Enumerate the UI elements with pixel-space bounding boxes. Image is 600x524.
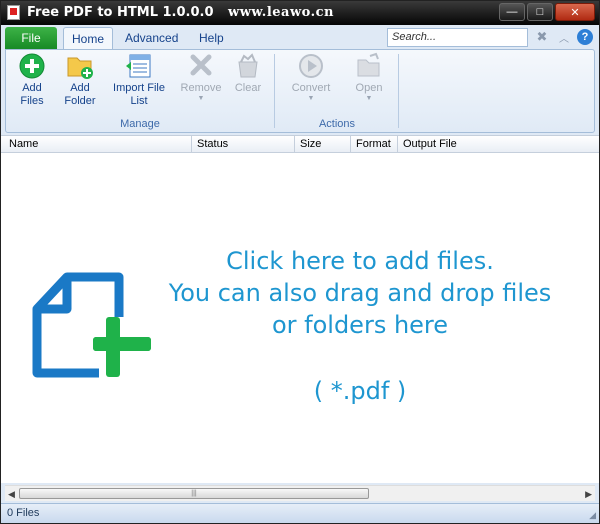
- clear-button[interactable]: Clear: [228, 52, 268, 95]
- file-extension-hint: ( *.pdf ): [313, 377, 407, 405]
- search-input[interactable]: Search...: [387, 28, 528, 47]
- remove-icon: [186, 52, 216, 80]
- scroll-left-arrow-icon[interactable]: ◀: [8, 489, 15, 500]
- group-divider: [398, 54, 399, 128]
- app-title: Free PDF to HTML 1.0.0.0: [27, 5, 214, 20]
- clear-icon: [233, 52, 263, 80]
- manage-group-label: Manage: [120, 118, 160, 130]
- column-output-file[interactable]: Output File: [403, 138, 457, 150]
- drop-instructions: Click here to add files. You can also dr…: [151, 245, 569, 341]
- manage-group: Add Files Add Folder Import File List Re…: [6, 50, 274, 132]
- convert-button[interactable]: Convert ▼: [286, 52, 336, 103]
- open-button[interactable]: Open ▼: [346, 52, 392, 103]
- pdf-app-icon: [7, 5, 20, 20]
- collapse-ribbon-icon[interactable]: ︿: [556, 29, 572, 45]
- file-drop-area[interactable]: Click here to add files. You can also dr…: [1, 153, 599, 483]
- file-list-header: Name Status Size Format Output File: [1, 135, 599, 153]
- tab-advanced[interactable]: Advanced: [117, 27, 186, 49]
- import-list-icon: [124, 52, 154, 80]
- add-folder-icon: [65, 52, 95, 80]
- status-bar: 0 Files ◢: [1, 503, 599, 523]
- scroll-right-arrow-icon[interactable]: ▶: [585, 489, 592, 500]
- open-folder-icon: [354, 52, 384, 80]
- tab-file[interactable]: File: [5, 27, 57, 49]
- convert-dropdown-icon: ▼: [307, 95, 315, 102]
- tab-help[interactable]: Help: [191, 27, 232, 49]
- title-bar[interactable]: Free PDF to HTML 1.0.0.0 www.leawo.cn — …: [1, 1, 599, 25]
- import-list-label: Import File List: [113, 82, 165, 107]
- add-folder-button[interactable]: Add Folder: [58, 52, 102, 108]
- minimize-button[interactable]: —: [499, 3, 525, 21]
- add-files-button[interactable]: Add Files: [10, 52, 54, 108]
- open-dropdown-icon: ▼: [365, 95, 373, 102]
- remove-label: Remove: [180, 82, 222, 94]
- clear-label: Clear: [234, 82, 262, 94]
- help-icon[interactable]: ?: [577, 29, 593, 45]
- column-format[interactable]: Format: [356, 138, 391, 150]
- column-divider[interactable]: [350, 136, 351, 153]
- maximize-button[interactable]: □: [527, 3, 553, 21]
- window-title: Free PDF to HTML 1.0.0.0 www.leawo.cn: [27, 5, 334, 20]
- watermark-text: www.leawo.cn: [228, 5, 334, 20]
- scrollbar-thumb[interactable]: |||: [19, 488, 369, 499]
- ribbon-panel: Add Files Add Folder Import File List Re…: [5, 49, 595, 133]
- add-file-icon: [32, 272, 151, 385]
- drop-line-1: Click here to add files.: [226, 247, 494, 275]
- drop-line-2: You can also drag and drop files: [168, 279, 552, 307]
- close-button[interactable]: ✕: [555, 3, 595, 21]
- convert-label: Convert: [291, 82, 331, 94]
- remove-dropdown-icon: ▼: [197, 95, 205, 102]
- column-status[interactable]: Status: [197, 138, 228, 150]
- clear-search-icon[interactable]: ✖: [534, 29, 550, 45]
- column-divider[interactable]: [294, 136, 295, 153]
- open-label: Open: [355, 82, 383, 94]
- add-folder-label: Add Folder: [64, 82, 96, 107]
- remove-button[interactable]: Remove ▼: [178, 52, 224, 103]
- group-divider: [274, 54, 275, 128]
- column-size[interactable]: Size: [300, 138, 321, 150]
- column-divider[interactable]: [191, 136, 192, 153]
- drop-line-3: or folders here: [271, 311, 449, 339]
- resize-grip-icon[interactable]: ◢: [589, 510, 596, 521]
- convert-icon: [296, 52, 326, 80]
- import-file-list-button[interactable]: Import File List: [106, 52, 172, 108]
- ribbon-tab-row: File Home Advanced Help Search... ✖ ︿ ?: [1, 25, 599, 49]
- column-divider[interactable]: [397, 136, 398, 153]
- tab-home[interactable]: Home: [63, 27, 114, 49]
- file-count: 0 Files: [7, 507, 40, 519]
- add-files-label: Add Files: [20, 82, 44, 107]
- actions-group-label: Actions: [318, 118, 356, 130]
- app-window: Free PDF to HTML 1.0.0.0 www.leawo.cn — …: [0, 0, 600, 524]
- horizontal-scrollbar[interactable]: ◀ ||| ▶: [5, 485, 595, 501]
- add-files-icon: [17, 52, 47, 80]
- actions-group: Convert ▼ Open ▼ Actions: [276, 50, 398, 132]
- column-name[interactable]: Name: [9, 138, 38, 150]
